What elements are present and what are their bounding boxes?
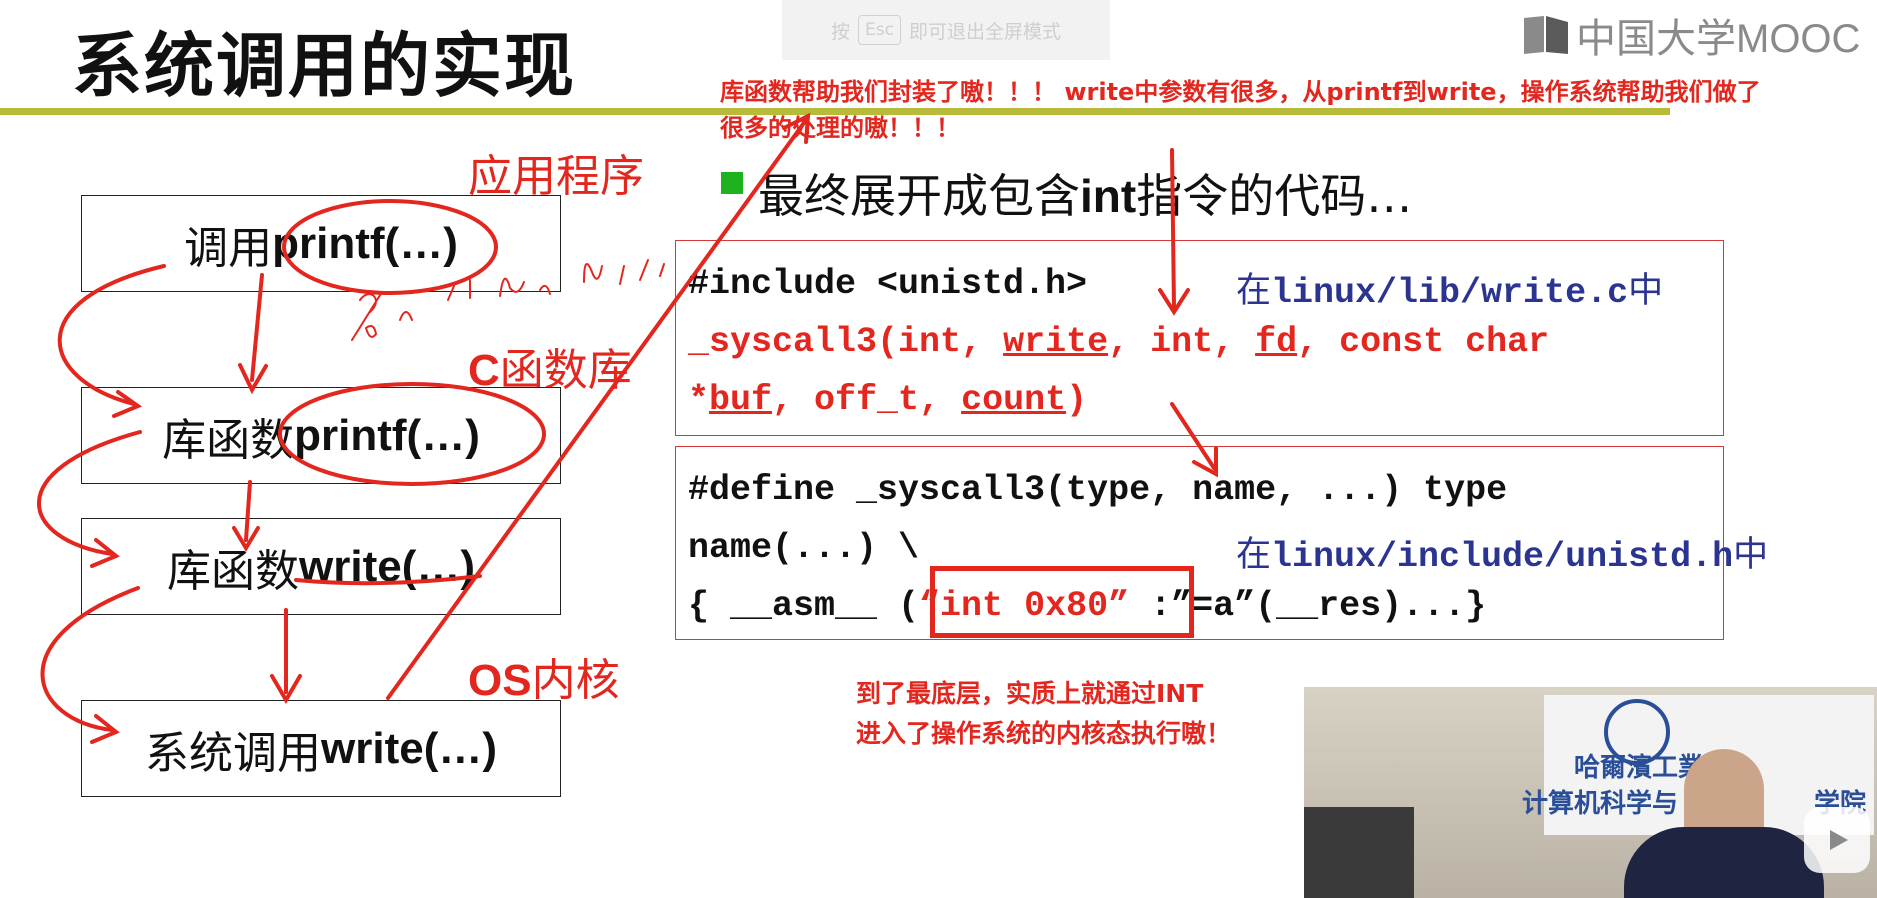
write-underline — [294, 574, 482, 586]
arrow-syscall-to-annotation — [386, 118, 808, 700]
printf-circle-lib — [278, 382, 546, 486]
curve-arrow-2 — [37, 430, 142, 556]
arrow-lib-printf-to-write — [244, 480, 252, 542]
curve-arrow-1 — [57, 264, 166, 406]
annotation-arrows-layer — [37, 112, 1218, 744]
arrow-count-to-define — [1170, 402, 1216, 470]
arrow-printf-to-lib — [250, 273, 264, 382]
curve-arrow-3 — [40, 586, 140, 732]
handwritten-scribble — [351, 259, 665, 341]
printf-circle-top — [282, 199, 498, 295]
arrow-annotation-to-write — [1170, 148, 1176, 310]
